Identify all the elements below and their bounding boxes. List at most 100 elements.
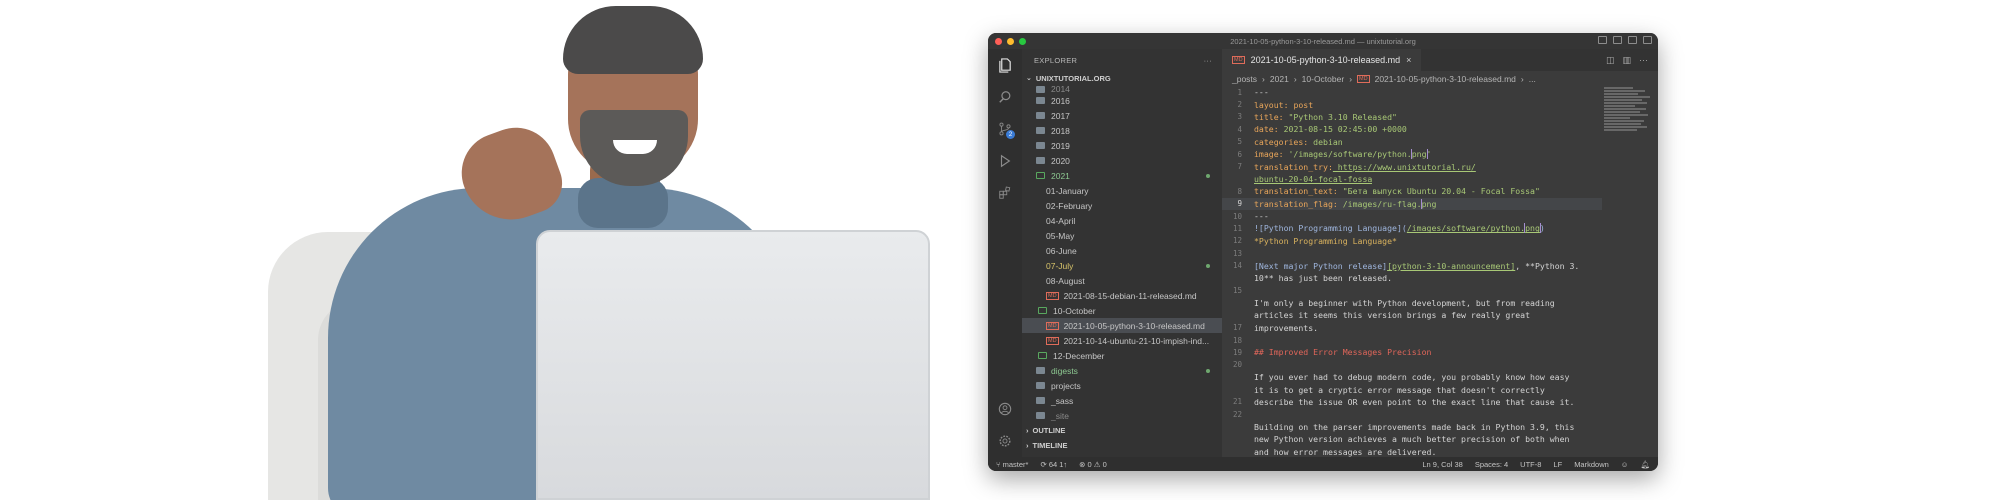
tree-folder[interactable]: digests	[1022, 363, 1222, 378]
extensions-icon[interactable]	[988, 177, 1022, 209]
tree-folder[interactable]: 2018	[1022, 123, 1222, 138]
tree-item-label: 2021-10-14-ubuntu-21-10-impish-ind...	[1063, 335, 1210, 346]
toggle-panel-icon[interactable]	[1613, 36, 1622, 44]
tree-folder[interactable]: 01-January	[1022, 183, 1222, 198]
yaml-key: image:	[1254, 149, 1284, 160]
minimap-line	[1604, 117, 1631, 119]
breadcrumb-item[interactable]: 2021-10-05-python-3-10-released.md	[1375, 74, 1516, 84]
timeline-section[interactable]: › TIMELINE	[1022, 438, 1222, 453]
tree-folder[interactable]: _sass	[1022, 393, 1222, 408]
tree-folder[interactable]: 2017	[1022, 108, 1222, 123]
editor-actions: ◫ ▥ ···	[1606, 49, 1658, 71]
tree-item-label: 05-May	[1046, 230, 1075, 241]
line-text: Building on the parser improvements made…	[1254, 421, 1575, 432]
more-actions-icon[interactable]: ···	[1639, 55, 1648, 65]
tree-folder[interactable]: 06-June	[1022, 243, 1222, 258]
minimap-line	[1604, 90, 1645, 92]
tree-file[interactable]: MD 2021-08-15-debian-11-released.md	[1022, 288, 1222, 303]
cursor-position[interactable]: Ln 9, Col 38	[1422, 460, 1462, 469]
folder-icon	[1036, 382, 1045, 389]
folder-icon	[1036, 412, 1045, 419]
tree-folder[interactable]: 2020	[1022, 153, 1222, 168]
toggle-sidebar-icon[interactable]	[1598, 36, 1607, 44]
files-icon[interactable]	[988, 49, 1022, 81]
language-mode[interactable]: Markdown	[1574, 460, 1609, 469]
code-line: 6 image: '/images/software/python.png'	[1222, 148, 1602, 160]
folder-icon	[1036, 367, 1045, 374]
code-line: 7 translation_try: https://www.unixtutori…	[1222, 160, 1602, 172]
code-line: 10** has just been released.	[1222, 272, 1602, 284]
chevron-right-icon: ›	[1026, 426, 1029, 435]
minimap-line	[1604, 87, 1633, 89]
tree-folder[interactable]: 02-February	[1022, 198, 1222, 213]
outline-section[interactable]: › OUTLINE	[1022, 423, 1222, 438]
tree-folder[interactable]: 2016	[1022, 93, 1222, 108]
open-preview-icon[interactable]: ◫	[1606, 55, 1615, 66]
notifications-bell-icon[interactable]: 🔔︎	[1640, 460, 1650, 469]
tree-item-label: 01-January	[1046, 185, 1089, 196]
sync-indicator[interactable]: ⟳ 64 1↑	[1040, 460, 1067, 469]
code-line: 8 translation_text: "Бета выпуск Ubuntu 2…	[1222, 185, 1602, 197]
breadcrumb-item[interactable]: 2021	[1270, 74, 1289, 84]
branch-indicator[interactable]: ⑂ master*	[996, 460, 1028, 469]
md-image-path[interactable]: /images/software/python.	[1407, 223, 1525, 233]
line-number: 1	[1237, 87, 1242, 97]
chevron-right-icon: ›	[1026, 441, 1029, 450]
search-icon[interactable]	[988, 81, 1022, 113]
yaml-value: "Бета выпуск Ubuntu 20.04 - Focal Fossa"	[1337, 186, 1540, 197]
tree-folder[interactable]: 2014	[1022, 85, 1222, 93]
tree-folder[interactable]: 07-July	[1022, 258, 1222, 273]
line-text: ---	[1254, 87, 1269, 98]
tree-file-selected[interactable]: MD 2021-10-05-python-3-10-released.md	[1022, 318, 1222, 333]
link-url[interactable]: ubuntu-20-04-focal-fossa	[1254, 174, 1372, 184]
explorer-more-actions[interactable]: ···	[1204, 56, 1212, 65]
code-line: 12 *Python Programming Language*	[1222, 235, 1602, 247]
tree-folder[interactable]: 04-April	[1022, 213, 1222, 228]
close-tab-icon[interactable]: ×	[1406, 55, 1411, 65]
encoding[interactable]: UTF-8	[1520, 460, 1541, 469]
code-line: If you ever had to debug modern code, yo…	[1222, 371, 1602, 383]
md-heading: ## Improved Error Messages Precision	[1254, 347, 1432, 358]
minimap-line	[1604, 108, 1647, 110]
account-icon[interactable]	[988, 393, 1022, 425]
tree-folder[interactable]: 05-May	[1022, 228, 1222, 243]
source-control-icon[interactable]: 2	[988, 113, 1022, 145]
tab-python-3-10-released[interactable]: MD 2021-10-05-python-3-10-released.md ×	[1222, 49, 1422, 71]
tree-folder[interactable]: 08-August	[1022, 273, 1222, 288]
customize-layout-icon[interactable]	[1643, 36, 1652, 44]
md-emphasis: *Python Programming Language*	[1254, 235, 1397, 246]
toggle-secondary-sidebar-icon[interactable]	[1628, 36, 1637, 44]
tree-folder[interactable]: 2019	[1022, 138, 1222, 153]
code-line: 15	[1222, 284, 1602, 296]
tree-folder[interactable]: projects	[1022, 378, 1222, 393]
workspace-root[interactable]: ⌄ UNIXTUTORIAL.ORG	[1022, 71, 1222, 85]
breadcrumb-item[interactable]: ...	[1529, 74, 1536, 84]
tree-folder-open[interactable]: 12-December	[1022, 348, 1222, 363]
code-line: 19 ## Improved Error Messages Precision	[1222, 346, 1602, 358]
indentation[interactable]: Spaces: 4	[1475, 460, 1508, 469]
breadcrumb-item[interactable]: 10-October	[1302, 74, 1345, 84]
minimap[interactable]	[1604, 86, 1652, 457]
feedback-icon[interactable]: ☺	[1621, 460, 1629, 469]
tree-folder[interactable]: _site	[1022, 408, 1222, 423]
tree-file[interactable]: MD 2021-10-14-ubuntu-21-10-impish-ind...	[1022, 333, 1222, 348]
yaml-value: "Python 3.10 Released"	[1283, 111, 1397, 122]
minimap-line	[1604, 129, 1637, 131]
breadcrumb-separator: ›	[1520, 73, 1524, 84]
run-debug-icon[interactable]	[988, 145, 1022, 177]
md-link-ref[interactable]: [python-3-10-announcement]	[1387, 261, 1515, 271]
tree-folder-open[interactable]: 2021	[1022, 168, 1222, 183]
problems-indicator[interactable]: ⊗ 0 ⚠ 0	[1079, 460, 1107, 469]
link-url[interactable]: https://www.unixtutorial.ru/	[1333, 162, 1476, 172]
code-editor[interactable]: 1 --- 2 layout: post 3 title: "Python 3.10 …	[1222, 86, 1602, 457]
tree-folder-open[interactable]: 10-October	[1022, 303, 1222, 318]
minimap-line	[1604, 93, 1638, 95]
breadcrumb-item[interactable]: _posts	[1232, 74, 1257, 84]
settings-gear-icon[interactable]	[988, 425, 1022, 457]
layout-controls	[1598, 36, 1652, 44]
code-line: 10 ---	[1222, 210, 1602, 222]
split-editor-icon[interactable]: ▥	[1622, 55, 1631, 66]
person-hair	[563, 6, 703, 74]
end-of-line[interactable]: LF	[1553, 460, 1562, 469]
yaml-key: layout:	[1254, 99, 1289, 110]
